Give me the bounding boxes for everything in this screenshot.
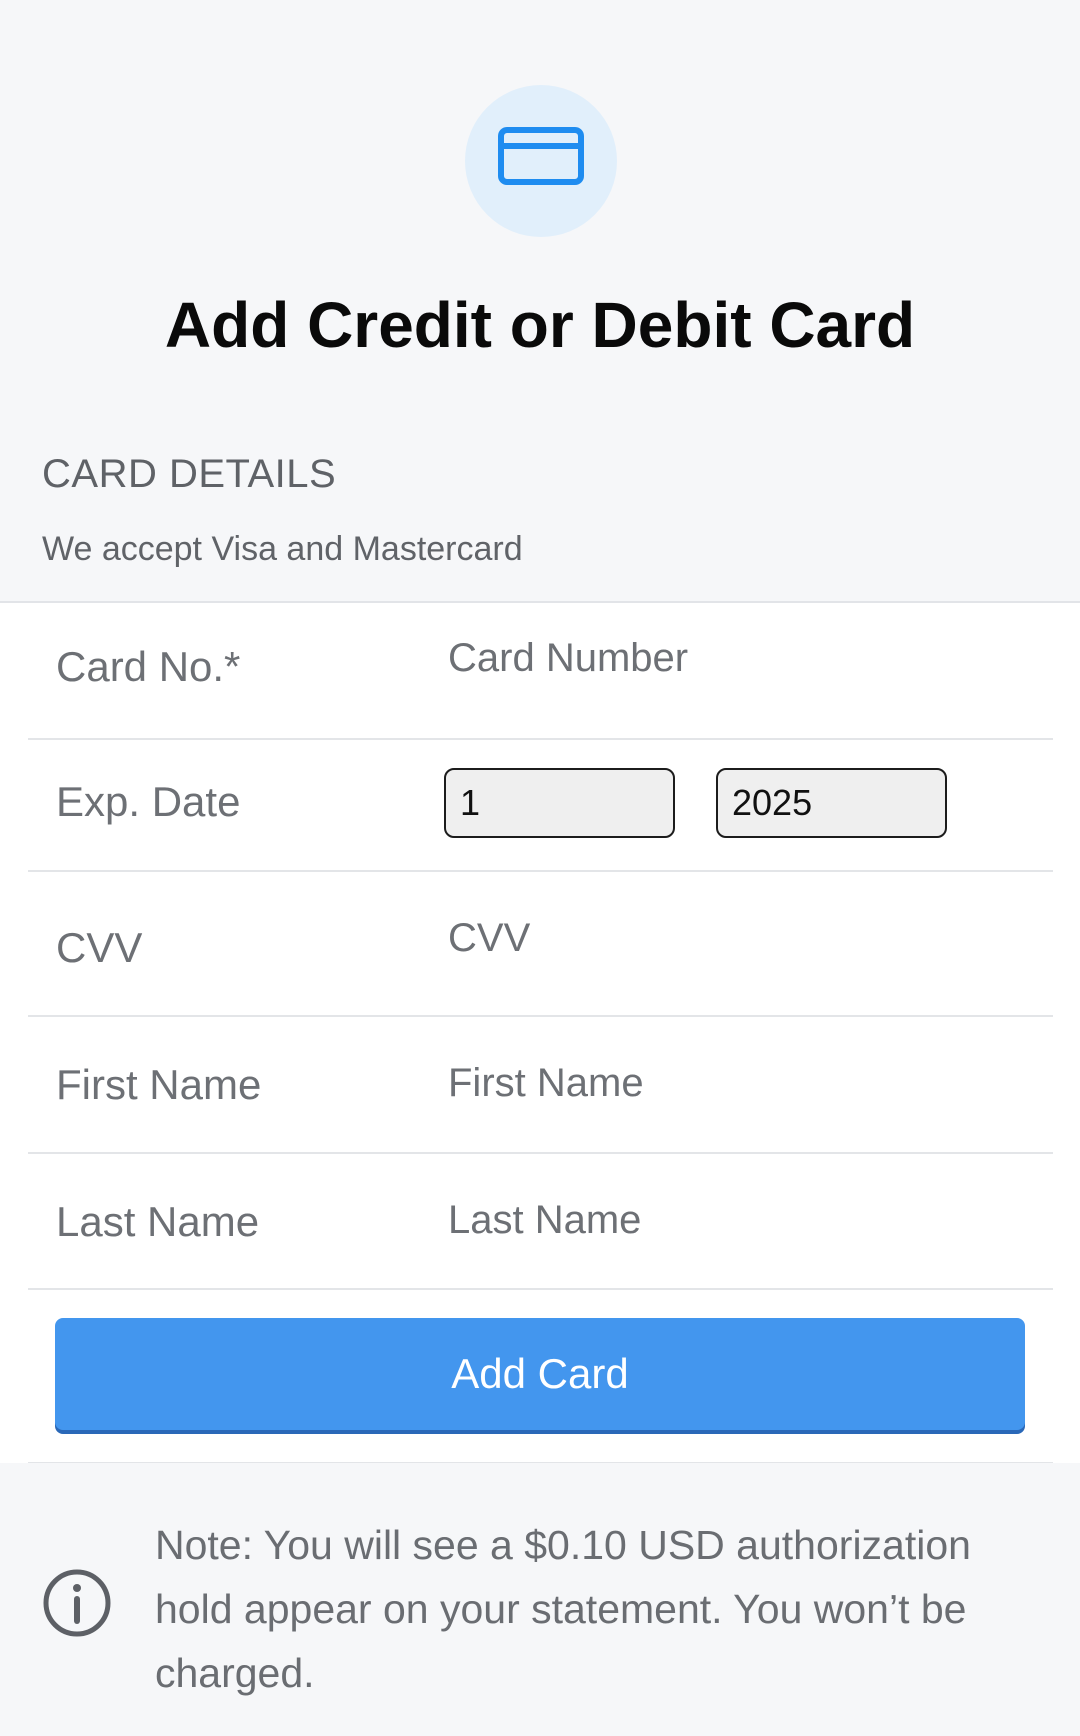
card-number-label: Card No.* (56, 643, 241, 690)
last-name-label: Last Name (56, 1198, 260, 1245)
first-name-input[interactable] (448, 1061, 1028, 1106)
header: Add Credit or Debit Card CARD DETAILS We… (0, 0, 1080, 602)
info-icon (43, 1569, 111, 1637)
card-form: Card No.* Exp. Date 1 2025 CVV First Nam… (0, 601, 1080, 1465)
credit-card-icon (498, 127, 584, 185)
card-number-input[interactable] (448, 636, 1028, 681)
last-name-input[interactable] (448, 1198, 1028, 1243)
section-title: CARD DETAILS (42, 452, 337, 496)
authorization-note: Note: You will see a $0.10 USD authoriza… (0, 1463, 1080, 1736)
exp-month-select[interactable]: 1 (444, 768, 675, 838)
note-text: Note: You will see a $0.10 USD authoriza… (155, 1522, 971, 1696)
cvv-row: CVV (28, 870, 1053, 1017)
first-name-label: First Name (56, 1061, 262, 1108)
card-icon-badge (465, 85, 617, 237)
exp-date-row: Exp. Date 1 2025 (28, 738, 1053, 872)
cvv-input[interactable] (448, 916, 1028, 961)
page-title: Add Credit or Debit Card (164, 289, 916, 361)
first-name-row: First Name (28, 1015, 1053, 1154)
exp-date-label: Exp. Date (56, 778, 241, 825)
card-number-row: Card No.* (28, 603, 1053, 740)
last-name-row: Last Name (28, 1152, 1053, 1290)
cvv-label: CVV (56, 924, 143, 971)
section-subtitle: We accept Visa and Mastercard (42, 530, 523, 568)
exp-year-select[interactable]: 2025 (716, 768, 947, 838)
add-card-button[interactable]: Add Card (55, 1318, 1025, 1430)
